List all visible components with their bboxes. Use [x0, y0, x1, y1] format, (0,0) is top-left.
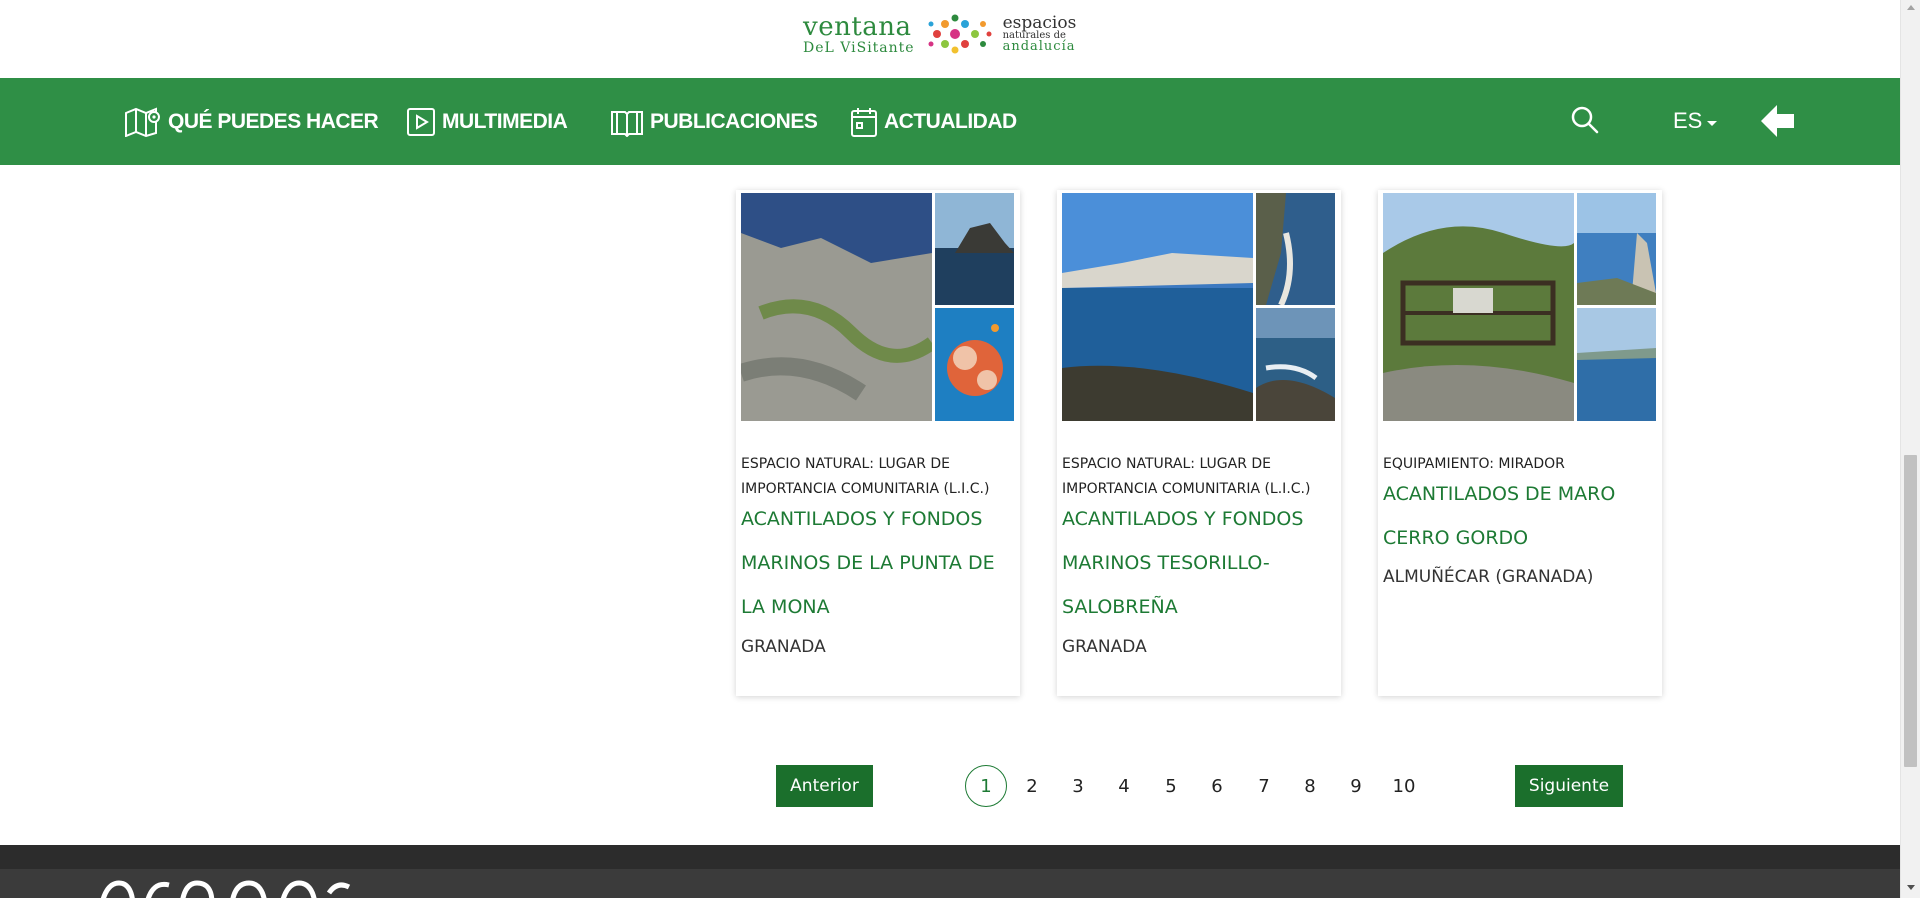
nav-item-label: QUÉ PUEDES HACER [168, 109, 379, 133]
result-card[interactable]: EQUIPAMIENTO: MIRADOR ACANTILADOS DE MAR… [1378, 190, 1662, 696]
photo-mosaic [1062, 193, 1335, 421]
page-5[interactable]: 5 [1151, 765, 1191, 807]
photo-main [1062, 193, 1253, 421]
photo-mosaic [741, 193, 1014, 421]
logo-line-1: ventana [803, 11, 912, 42]
nav-item-actualidad[interactable]: ACTUALIDAD [850, 78, 1017, 165]
page-10[interactable]: 10 [1382, 765, 1426, 807]
scroll-down-icon[interactable] [1907, 885, 1915, 890]
logo-wordmark-left: ventana DeL ViSitante [803, 14, 915, 55]
photo-bottom-right [1577, 308, 1656, 421]
result-card[interactable]: ESPACIO NATURAL: LUGAR DE IMPORTANCIA CO… [736, 190, 1020, 696]
footer [0, 845, 1900, 898]
scroll-thumb[interactable] [1904, 455, 1917, 767]
photo-top-right [1256, 193, 1335, 305]
logo-line-2: DeL ViSitante [803, 39, 915, 56]
card-title-link[interactable]: ACANTILADOS Y FONDOS MARINOS TESORILLO-S… [1062, 497, 1332, 629]
nav-item-multimedia[interactable]: MULTIMEDIA [406, 78, 568, 165]
photo-top-right [935, 193, 1014, 305]
language-selector[interactable]: ES [1673, 108, 1718, 134]
footer-top-band [0, 845, 1900, 869]
page-4[interactable]: 4 [1104, 765, 1144, 807]
photo-bottom-right [1256, 308, 1335, 421]
footer-logo-icon [100, 880, 351, 898]
logo-flower-icon [928, 14, 992, 54]
calendar-icon [851, 107, 877, 137]
logo-wordmark-right: espacios naturales de andalucía [1002, 13, 1077, 54]
page-3[interactable]: 3 [1058, 765, 1098, 807]
language-current: ES [1673, 108, 1703, 133]
logo-right-line-1: espacios [1002, 13, 1077, 33]
scroll-up-icon[interactable] [1907, 5, 1915, 10]
photo-top-right [1577, 193, 1656, 305]
photo-mosaic [1383, 193, 1656, 421]
photo-main [741, 193, 932, 421]
photo-main [1383, 193, 1574, 421]
nav-item-label: PUBLICACIONES [650, 109, 818, 133]
card-category: ESPACIO NATURAL: LUGAR DE IMPORTANCIA CO… [1062, 456, 1311, 497]
map-pin-icon [125, 107, 160, 137]
arrow-left-icon[interactable] [1757, 101, 1797, 141]
nav-item-label: MULTIMEDIA [442, 109, 568, 133]
play-icon [407, 107, 435, 136]
book-icon [611, 110, 643, 137]
nav-item-publicaciones[interactable]: PUBLICACIONES [610, 78, 818, 165]
page-9[interactable]: 9 [1336, 765, 1376, 807]
card-title-link[interactable]: ACANTILADOS DE MARO CERRO GORDO [1383, 472, 1653, 560]
card-title-link[interactable]: ACANTILADOS Y FONDOS MARINOS DE LA PUNTA… [741, 497, 1011, 629]
page-7[interactable]: 7 [1244, 765, 1284, 807]
page-scrollbar[interactable] [1900, 0, 1920, 898]
card-location: ALMUÑÉCAR (GRANADA) [1383, 567, 1594, 587]
search-icon[interactable] [1570, 105, 1600, 135]
page-6[interactable]: 6 [1197, 765, 1237, 807]
page-1[interactable]: 1 [965, 765, 1007, 807]
chevron-down-icon [1707, 120, 1718, 126]
result-card[interactable]: ESPACIO NATURAL: LUGAR DE IMPORTANCIA CO… [1057, 190, 1341, 696]
page-2[interactable]: 2 [1012, 765, 1052, 807]
nav-item-label: ACTUALIDAD [884, 109, 1017, 133]
page-8[interactable]: 8 [1290, 765, 1330, 807]
card-category: ESPACIO NATURAL: LUGAR DE IMPORTANCIA CO… [741, 456, 990, 497]
card-location: GRANADA [1062, 637, 1147, 657]
nav-item-que-puedes-hacer[interactable]: QUÉ PUEDES HACER [124, 78, 379, 165]
prev-page-button[interactable]: Anterior [776, 765, 873, 807]
main-nav: QUÉ PUEDES HACER MULTIMEDIA PUBLICACIONE… [0, 78, 1900, 165]
site-logo[interactable]: ventana DeL ViSitante espacios naturales… [803, 11, 1095, 57]
next-page-button[interactable]: Siguiente [1515, 765, 1623, 807]
photo-bottom-right [935, 308, 1014, 421]
header-logo-bar: ventana DeL ViSitante espacios naturales… [0, 0, 1900, 78]
card-location: GRANADA [741, 637, 826, 657]
logo-right-line-3: andalucía [1002, 38, 1076, 54]
